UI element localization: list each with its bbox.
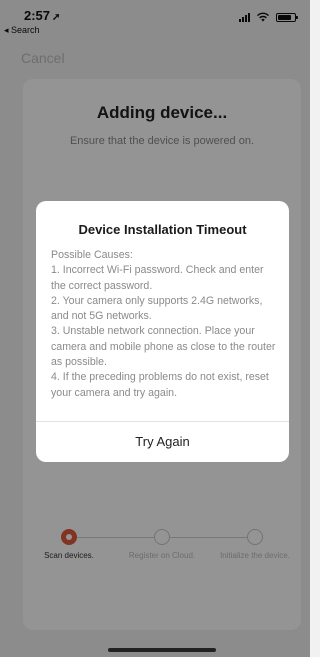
- timeout-dialog: Device Installation Timeout Possible Cau…: [36, 201, 289, 462]
- dialog-line: Possible Causes:: [51, 249, 133, 261]
- dialog-line: 2. Your camera only supports 2.4G networ…: [51, 294, 263, 323]
- dialog-line: 4. If the preceding problems do not exis…: [51, 371, 269, 399]
- dialog-line: 1. Incorrect Wi-Fi password. Check and e…: [51, 264, 264, 292]
- dialog-line: 3. Unstable network connection. Place yo…: [51, 325, 276, 369]
- home-indicator[interactable]: [108, 648, 216, 652]
- try-again-button[interactable]: Try Again: [36, 422, 289, 462]
- dialog-message: Possible Causes: 1. Incorrect Wi-Fi pass…: [51, 248, 277, 401]
- dialog-title: Device Installation Timeout: [78, 222, 247, 237]
